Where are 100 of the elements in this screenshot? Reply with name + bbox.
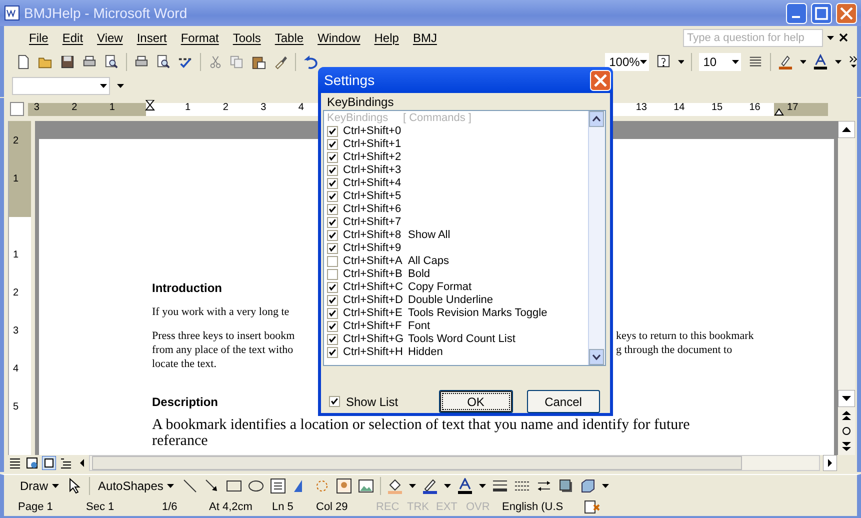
caret-icon[interactable] xyxy=(100,84,107,88)
shadow-icon[interactable] xyxy=(558,478,574,494)
menu-item[interactable]: Insert xyxy=(130,30,174,45)
menu-item[interactable]: Edit xyxy=(55,30,90,45)
checkbox[interactable] xyxy=(327,282,338,293)
checkbox[interactable] xyxy=(327,217,338,228)
scroll-down-icon[interactable] xyxy=(589,349,604,365)
undo-icon[interactable] xyxy=(303,54,318,70)
checkbox[interactable] xyxy=(327,204,338,215)
normal-view-button[interactable] xyxy=(8,456,22,470)
scroll-right-button[interactable] xyxy=(823,455,837,472)
help-search-field[interactable]: Type a question for help xyxy=(683,28,823,47)
highlighter-icon[interactable] xyxy=(778,54,793,70)
list-scrollbar[interactable] xyxy=(588,111,605,365)
caret-icon[interactable] xyxy=(835,60,842,64)
line-color-icon[interactable] xyxy=(422,478,438,494)
paragraph-text: from any place of the text witho xyxy=(152,342,294,357)
document-icon[interactable] xyxy=(16,54,31,70)
checkbox[interactable] xyxy=(327,321,338,332)
magnifier-icon[interactable] xyxy=(104,54,119,70)
checkbox[interactable] xyxy=(327,334,338,345)
indent-marker-icon[interactable] xyxy=(774,108,784,116)
menu-item[interactable]: View xyxy=(90,30,130,45)
close-button[interactable] xyxy=(836,2,857,24)
caret-icon[interactable] xyxy=(827,36,834,40)
text-box-icon[interactable] xyxy=(270,478,286,494)
checkbox[interactable] xyxy=(327,126,338,137)
checkbox[interactable] xyxy=(327,347,338,358)
horizontal-scrollbar[interactable] xyxy=(89,455,820,472)
scissors-icon[interactable] xyxy=(208,54,222,70)
paragraph-text: A bookmark identifies a location or selection of text that you name and identify for future xyxy=(152,416,690,433)
checkbox[interactable] xyxy=(327,152,338,163)
caret-icon[interactable] xyxy=(479,484,486,488)
close-icon[interactable] xyxy=(838,32,849,44)
menu-item[interactable]: Help xyxy=(367,30,406,45)
caret-icon[interactable] xyxy=(52,484,60,488)
checkbox[interactable] xyxy=(327,256,338,267)
fill-color-icon[interactable] xyxy=(387,478,404,494)
oval-icon[interactable] xyxy=(248,478,264,494)
menu-item[interactable]: BMJ xyxy=(406,30,444,45)
caret-icon[interactable] xyxy=(678,60,684,64)
clip-art-icon[interactable] xyxy=(336,478,352,494)
checkbox[interactable] xyxy=(327,191,338,202)
magnifier-icon[interactable] xyxy=(156,54,171,70)
line-icon[interactable] xyxy=(182,478,198,494)
checkbox[interactable] xyxy=(327,165,338,176)
maximize-button[interactable] xyxy=(811,2,832,24)
checkbox[interactable] xyxy=(327,295,338,306)
draw-menu-button[interactable]: Draw xyxy=(18,478,62,493)
scroll-up-button[interactable] xyxy=(838,120,855,138)
checkbox[interactable] xyxy=(327,230,338,241)
caret-icon[interactable] xyxy=(167,484,174,488)
checkbox[interactable] xyxy=(327,178,338,189)
more-icon[interactable] xyxy=(848,54,858,69)
status-text: English (U.S xyxy=(502,500,564,513)
zoom-dropdown[interactable]: 100% xyxy=(605,52,649,71)
diagram-icon[interactable] xyxy=(314,478,330,494)
font-color-icon[interactable] xyxy=(457,478,474,494)
minimize-button[interactable] xyxy=(786,2,807,24)
checkbox[interactable] xyxy=(327,269,338,280)
caret-icon[interactable] xyxy=(409,484,416,488)
command-name: Bold xyxy=(408,268,430,281)
command-name: Double Underline xyxy=(408,294,493,307)
menu-item[interactable]: File xyxy=(22,30,56,45)
cancel-button[interactable]: Cancel xyxy=(526,390,600,413)
section-heading: Introduction xyxy=(152,280,222,295)
show-list-checkbox[interactable] xyxy=(329,396,340,407)
menu-item[interactable]: Table xyxy=(268,30,311,45)
ruler-number: 16 xyxy=(749,102,760,113)
autoshapes-menu-button[interactable]: AutoShapes xyxy=(96,478,176,493)
checkbox[interactable] xyxy=(327,308,338,319)
help-icon[interactable] xyxy=(656,54,671,70)
print-layout-button[interactable] xyxy=(42,456,56,470)
rectangle-icon[interactable] xyxy=(226,478,242,494)
menu-item[interactable]: Tools xyxy=(226,30,268,45)
scroll-up-icon[interactable] xyxy=(589,111,604,127)
paintbrush-icon[interactable] xyxy=(273,54,288,70)
outline-view-button[interactable] xyxy=(59,456,73,470)
picture-icon[interactable] xyxy=(358,478,374,494)
font-size-dropdown[interactable]: 10 xyxy=(699,52,741,71)
caret-icon[interactable] xyxy=(640,60,647,64)
caret-icon[interactable] xyxy=(117,84,124,88)
web-view-button[interactable] xyxy=(25,456,39,470)
3d-box-icon[interactable] xyxy=(580,478,596,494)
checkbox[interactable] xyxy=(327,139,338,150)
menu-item[interactable]: Format xyxy=(174,30,226,45)
tab-stop-selector[interactable] xyxy=(10,102,24,116)
font-color-icon[interactable] xyxy=(813,54,828,70)
ruler-number: 2 xyxy=(72,102,78,113)
line-style-icon[interactable] xyxy=(492,478,508,494)
indent-marker-icon[interactable] xyxy=(145,100,155,111)
scroll-down-button[interactable] xyxy=(838,390,855,407)
checkbox[interactable] xyxy=(327,243,338,254)
ok-button[interactable]: OK xyxy=(438,390,512,413)
caret-icon[interactable] xyxy=(444,484,452,488)
caret-icon[interactable] xyxy=(602,484,610,488)
close-button[interactable] xyxy=(590,70,611,90)
caret-icon[interactable] xyxy=(732,60,739,64)
menu-item[interactable]: Window xyxy=(310,30,368,45)
caret-icon[interactable] xyxy=(800,60,806,64)
